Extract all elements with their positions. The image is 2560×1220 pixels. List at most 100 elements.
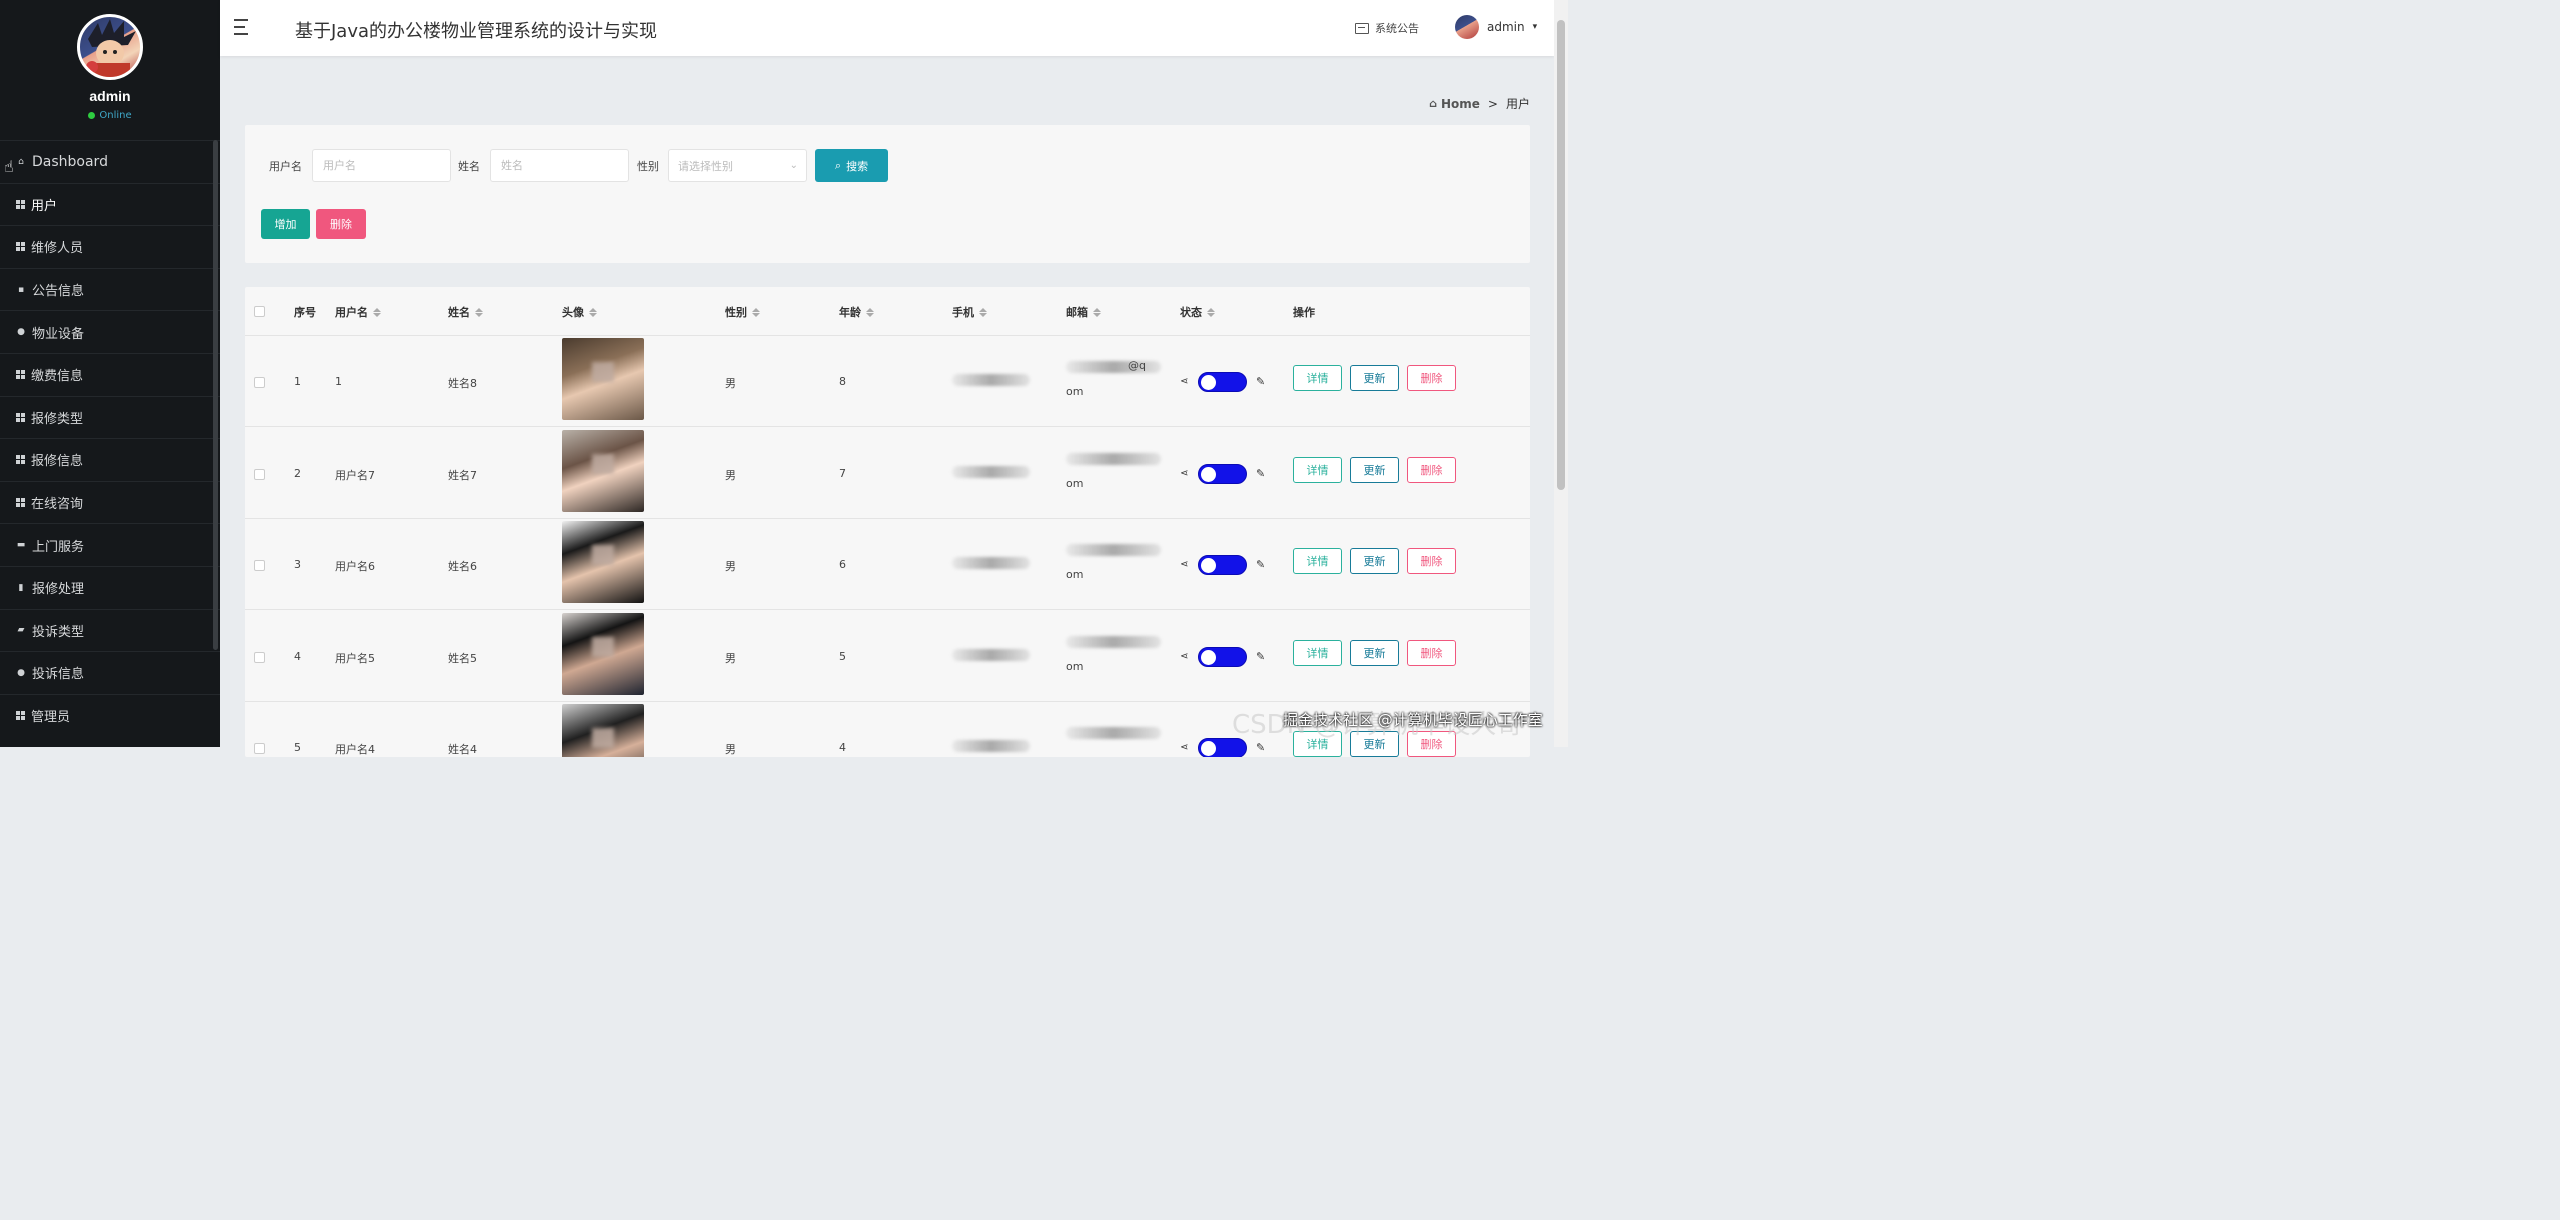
sidebar-item[interactable]: ▬ 上门服务 — [0, 523, 220, 566]
column-header-phone[interactable]: 手机 — [952, 304, 987, 320]
delete-button[interactable]: 删除 — [1407, 456, 1456, 483]
row-checkbox[interactable] — [254, 377, 265, 388]
sidebar-item-label: 报修处理 — [32, 582, 85, 598]
breadcrumb-home-label: Home — [1440, 96, 1480, 111]
cell-username: 用户名4 — [335, 743, 375, 756]
delete-button[interactable]: 删除 — [1407, 639, 1456, 666]
column-header-username[interactable]: 用户名 — [335, 304, 381, 320]
user-avatar-photo[interactable] — [562, 612, 644, 695]
detail-button[interactable]: 详情 — [1293, 456, 1342, 483]
username-input[interactable] — [312, 149, 451, 182]
add-button[interactable]: 增加 — [261, 209, 310, 239]
share-icon[interactable]: ⋖ — [1180, 559, 1188, 570]
sidebar-item[interactable]: 维修人员 — [0, 225, 220, 268]
sort-icon — [1207, 307, 1215, 317]
column-header-status[interactable]: 状态 — [1180, 304, 1215, 320]
update-button[interactable]: 更新 — [1350, 639, 1399, 666]
search-panel: 用户名 姓名 性别 请选择性别 ⌄ ⌕ 搜索 增加 删除 — [245, 125, 1530, 263]
cell-username: 用户名6 — [335, 560, 375, 573]
edit-icon[interactable]: ✎ — [1256, 741, 1265, 754]
user-icon: ● — [17, 667, 25, 678]
sidebar-item-label: 维修人员 — [31, 241, 84, 257]
edit-icon[interactable]: ✎ — [1256, 558, 1265, 571]
cell-index: 1 — [294, 375, 301, 388]
detail-button[interactable]: 详情 — [1293, 365, 1342, 391]
detail-button[interactable]: 详情 — [1293, 548, 1342, 574]
sidebar-item[interactable]: 报修信息 — [0, 438, 220, 481]
row-checkbox[interactable] — [254, 560, 265, 571]
column-header-email[interactable]: 邮箱 — [1066, 304, 1101, 320]
online-dot-icon — [88, 112, 96, 119]
share-icon[interactable]: ⋖ — [1180, 376, 1188, 387]
mosaic-blur — [592, 636, 614, 657]
online-status: Online — [0, 110, 220, 121]
status-toggle[interactable] — [1198, 646, 1247, 667]
batch-delete-button[interactable]: 删除 — [316, 209, 366, 239]
main-scrollbar[interactable] — [1554, 0, 1568, 747]
system-notice-button[interactable]: 系统公告 — [1355, 20, 1419, 36]
sidebar-item-label: 物业设备 — [32, 326, 85, 342]
breadcrumb: ⌂ Home > 用户 — [1429, 95, 1530, 112]
column-header-email-label: 邮箱 — [1066, 306, 1088, 319]
name-input[interactable] — [490, 149, 629, 182]
sidebar-item[interactable]: ▪ 公告信息 — [0, 267, 220, 311]
column-header-avatar[interactable]: 头像 — [562, 304, 597, 320]
user-avatar-photo[interactable] — [562, 704, 644, 757]
share-icon[interactable]: ⋖ — [1180, 651, 1188, 662]
folder-icon: ▰ — [17, 625, 25, 636]
delete-button[interactable]: 删除 — [1407, 365, 1456, 391]
status-toggle[interactable] — [1198, 463, 1247, 484]
sidebar-item[interactable]: 在线咨询 — [0, 480, 220, 524]
cell-gender: 男 — [725, 651, 736, 665]
status-toggle[interactable] — [1198, 555, 1247, 575]
user-avatar-photo[interactable] — [562, 521, 644, 603]
update-button[interactable]: 更新 — [1350, 365, 1399, 391]
menu-toggle-icon[interactable] — [234, 19, 252, 35]
sidebar-item[interactable]: 缴费信息 — [0, 352, 220, 396]
cell-age: 7 — [839, 466, 846, 480]
sidebar-item[interactable]: ▰ 投诉类型 — [0, 608, 220, 652]
bar-chart-icon: ▮ — [18, 582, 24, 593]
delete-button[interactable]: 删除 — [1407, 548, 1456, 574]
row-checkbox[interactable] — [254, 468, 265, 480]
sidebar-item[interactable]: ● 物业设备 — [0, 310, 220, 353]
search-icon: ⌕ — [834, 158, 842, 172]
sidebar-item[interactable]: 报修类型 — [0, 395, 220, 439]
breadcrumb-home[interactable]: ⌂ Home — [1429, 97, 1480, 111]
sidebar-scrollbar[interactable] — [213, 140, 218, 650]
sidebar-item[interactable]: 管理员 — [0, 693, 220, 737]
main-scrollbar-thumb[interactable] — [1557, 20, 1565, 490]
column-header-gender[interactable]: 性别 — [725, 304, 760, 320]
sidebar-item[interactable]: ⌂ Dashboard — [0, 140, 220, 183]
chevron-down-icon: ⌄ — [789, 160, 798, 171]
share-icon[interactable]: ⋖ — [1180, 742, 1188, 753]
detail-button[interactable]: 详情 — [1293, 639, 1342, 666]
user-avatar-photo[interactable] — [562, 338, 644, 420]
edit-icon[interactable]: ✎ — [1256, 375, 1265, 388]
row-checkbox[interactable] — [254, 743, 265, 754]
sidebar-item[interactable]: 用户 — [0, 182, 220, 226]
share-icon[interactable]: ⋖ — [1180, 468, 1188, 479]
cell-age: 5 — [839, 649, 846, 663]
sidebar-item[interactable]: ▮ 报修处理 — [0, 565, 220, 609]
user-avatar-photo[interactable] — [562, 429, 644, 512]
sidebar-item-label: 用户 — [31, 198, 58, 214]
search-button[interactable]: ⌕ 搜索 — [815, 149, 888, 182]
update-button[interactable]: 更新 — [1350, 456, 1399, 483]
sidebar-item[interactable]: ● 投诉信息 — [0, 651, 220, 694]
profile-name: admin — [89, 88, 131, 104]
status-toggle[interactable] — [1198, 372, 1247, 392]
column-header-name[interactable]: 姓名 — [448, 304, 483, 320]
table-header: 序号 用户名 姓名 头像 性别 年龄 手机 邮箱 状态 操作 — [245, 287, 1530, 336]
row-checkbox[interactable] — [254, 651, 265, 663]
gender-select[interactable]: 请选择性别 ⌄ — [668, 149, 807, 182]
update-button[interactable]: 更新 — [1350, 548, 1399, 574]
user-dropdown[interactable]: admin ▾ — [1455, 15, 1537, 39]
edit-icon[interactable]: ✎ — [1256, 650, 1265, 663]
select-all-checkbox[interactable] — [254, 306, 265, 317]
edit-icon[interactable]: ✎ — [1256, 467, 1265, 480]
sidebar: admin Online ⌂ Dashboard 用户 维修人员 ▪ 公告信息 ● 物业设备缴… — [0, 0, 220, 747]
breadcrumb-separator: > — [1487, 96, 1498, 111]
column-header-age[interactable]: 年龄 — [839, 304, 874, 320]
column-header-avatar-label: 头像 — [562, 306, 584, 319]
